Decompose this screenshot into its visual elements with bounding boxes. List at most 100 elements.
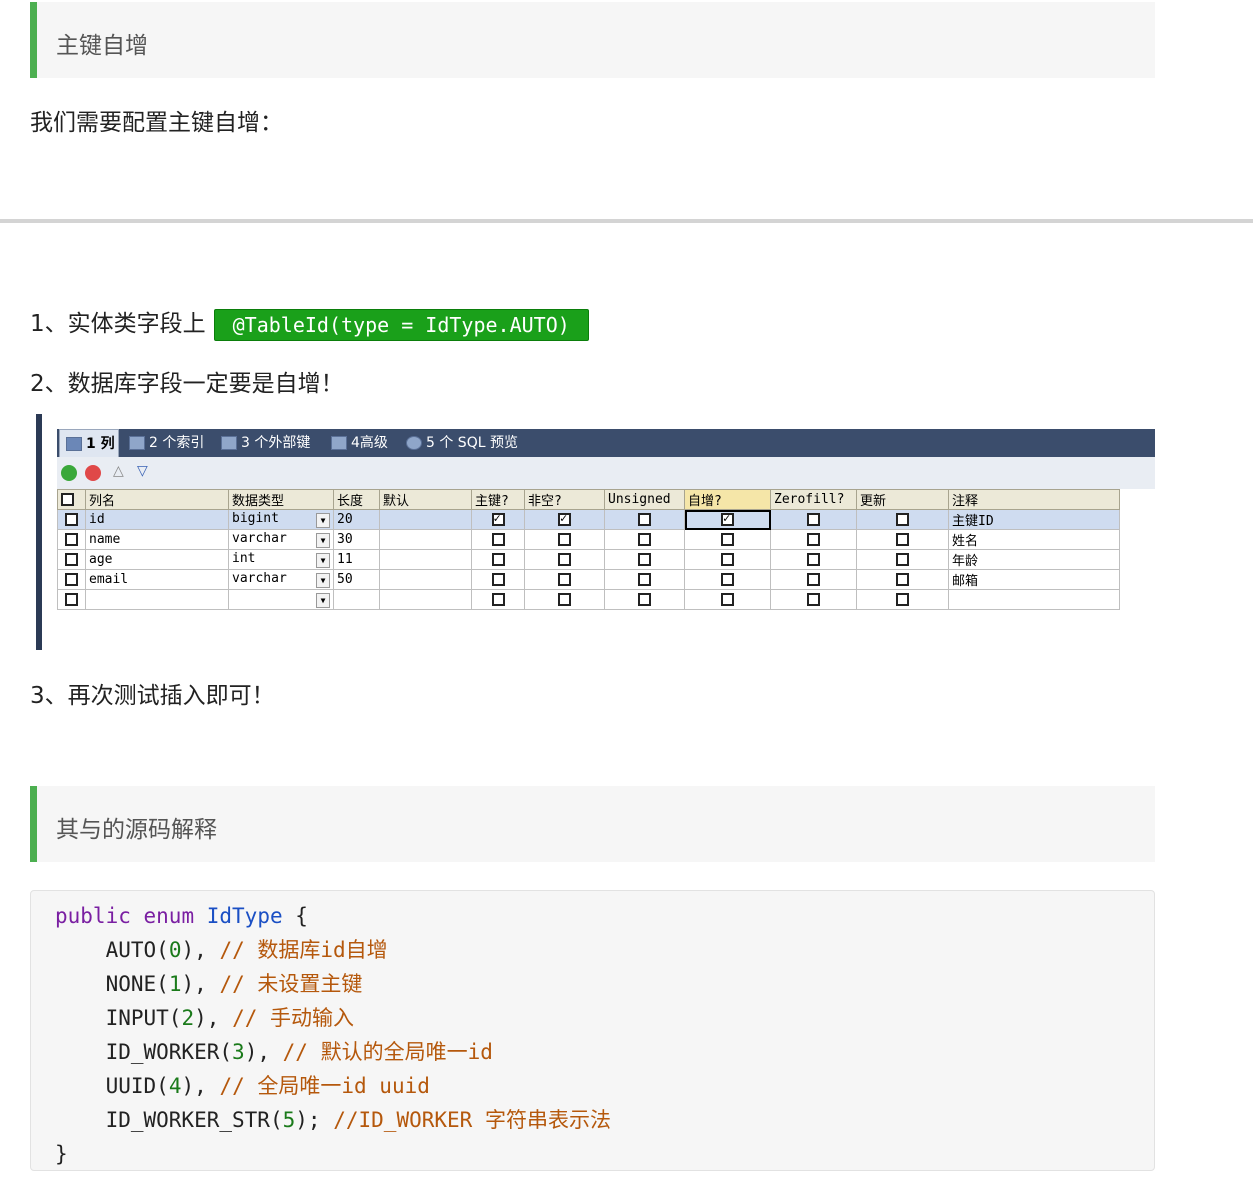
length-cell[interactable]: 20 xyxy=(333,509,380,530)
checkbox-cell[interactable] xyxy=(604,509,685,530)
checkbox-cell[interactable] xyxy=(856,509,949,530)
checkbox[interactable] xyxy=(896,533,909,546)
length-cell[interactable]: 11 xyxy=(333,549,380,570)
checkbox-cell[interactable] xyxy=(856,549,949,570)
tab-advanced[interactable]: 4高级 xyxy=(325,429,388,457)
checkbox[interactable] xyxy=(896,573,909,586)
row-select-checkbox[interactable] xyxy=(57,569,86,590)
table-row[interactable]: idbigint▼20 主键ID xyxy=(57,509,1120,530)
move-up-icon[interactable]: △ xyxy=(113,463,124,479)
data-type-cell[interactable]: ▼ xyxy=(228,589,334,610)
checkbox-cell[interactable] xyxy=(524,589,605,610)
checkbox-cell[interactable] xyxy=(770,589,857,610)
select-all-checkbox[interactable] xyxy=(57,489,86,510)
default-cell[interactable] xyxy=(379,509,472,530)
comment-cell[interactable] xyxy=(948,589,1120,610)
default-cell[interactable] xyxy=(379,589,472,610)
checkbox-cell[interactable] xyxy=(604,589,685,610)
length-cell[interactable]: 50 xyxy=(333,569,380,590)
comment-cell[interactable]: 姓名 xyxy=(948,529,1120,550)
checkbox[interactable] xyxy=(721,553,734,566)
length-cell[interactable] xyxy=(333,589,380,610)
checkbox-cell[interactable] xyxy=(770,569,857,590)
checkbox[interactable] xyxy=(807,533,820,546)
checkbox-cell[interactable] xyxy=(471,529,525,550)
checkbox-cell[interactable] xyxy=(684,509,771,530)
checkbox-cell[interactable] xyxy=(471,569,525,590)
checkbox[interactable] xyxy=(558,573,571,586)
checkbox-cell[interactable] xyxy=(524,549,605,570)
checkbox-cell[interactable] xyxy=(770,529,857,550)
table-row[interactable]: ▼ xyxy=(57,589,1120,610)
row-select-checkbox[interactable] xyxy=(57,509,86,530)
column-name-cell[interactable]: age xyxy=(85,549,229,570)
checkbox[interactable] xyxy=(721,533,734,546)
default-cell[interactable] xyxy=(379,529,472,550)
remove-column-icon[interactable] xyxy=(85,465,101,481)
tab-indexes[interactable]: 2 个索引 xyxy=(123,429,204,457)
checkbox-cell[interactable] xyxy=(604,529,685,550)
dropdown-arrow-icon[interactable]: ▼ xyxy=(316,593,330,608)
checkbox[interactable] xyxy=(491,533,505,546)
dropdown-arrow-icon[interactable]: ▼ xyxy=(316,533,330,548)
checkbox-cell[interactable] xyxy=(684,569,771,590)
checkbox-cell[interactable] xyxy=(684,549,771,570)
checkbox-cell[interactable] xyxy=(604,549,685,570)
checkbox[interactable] xyxy=(638,593,651,606)
table-row[interactable]: age int ▼ 11 年龄 xyxy=(57,549,1120,570)
row-select-checkbox[interactable] xyxy=(57,589,86,610)
checkbox[interactable] xyxy=(491,511,505,526)
checkbox-cell[interactable] xyxy=(770,509,857,530)
checkbox-cell[interactable] xyxy=(471,549,525,570)
column-name-cell[interactable]: id xyxy=(85,509,229,530)
checkbox[interactable] xyxy=(558,553,571,566)
checkbox[interactable] xyxy=(807,513,820,526)
checkbox-cell[interactable] xyxy=(524,529,605,550)
checkbox[interactable] xyxy=(807,573,820,586)
checkbox[interactable] xyxy=(638,533,651,546)
checkbox-cell[interactable] xyxy=(524,569,605,590)
checkbox-cell[interactable] xyxy=(684,529,771,550)
tab-foreign-keys[interactable]: 3 个外部键 xyxy=(215,429,310,457)
checkbox[interactable] xyxy=(558,533,571,546)
checkbox[interactable] xyxy=(721,593,734,606)
dropdown-arrow-icon[interactable]: ▼ xyxy=(316,553,330,568)
column-name-cell[interactable] xyxy=(85,589,229,610)
default-cell[interactable] xyxy=(379,569,472,590)
checkbox[interactable] xyxy=(896,513,909,526)
checkbox-cell[interactable] xyxy=(524,509,605,530)
comment-cell[interactable]: 主键ID xyxy=(948,509,1120,530)
checkbox-cell[interactable] xyxy=(856,569,949,590)
add-column-icon[interactable] xyxy=(61,465,77,481)
default-cell[interactable] xyxy=(379,549,472,570)
checkbox[interactable] xyxy=(491,593,505,606)
dropdown-arrow-icon[interactable]: ▼ xyxy=(316,513,330,528)
checkbox[interactable] xyxy=(807,593,820,606)
table-row[interactable]: email varchar ▼ 50 邮箱 xyxy=(57,569,1120,590)
checkbox-cell[interactable] xyxy=(471,509,525,530)
length-cell[interactable]: 30 xyxy=(333,529,380,550)
checkbox[interactable] xyxy=(807,553,820,566)
column-name-cell[interactable]: email xyxy=(85,569,229,590)
data-type-cell[interactable]: int ▼ xyxy=(228,549,334,570)
checkbox[interactable] xyxy=(896,593,909,606)
checkbox[interactable] xyxy=(638,553,651,566)
data-type-cell[interactable]: bigint ▼ xyxy=(228,509,334,530)
checkbox-cell[interactable] xyxy=(684,589,771,610)
column-name-cell[interactable]: name xyxy=(85,529,229,550)
checkbox[interactable] xyxy=(638,513,651,526)
comment-cell[interactable]: 邮箱 xyxy=(948,569,1120,590)
checkbox[interactable] xyxy=(558,593,571,606)
checkbox[interactable] xyxy=(491,573,505,586)
row-select-checkbox[interactable] xyxy=(57,549,86,570)
dropdown-arrow-icon[interactable]: ▼ xyxy=(316,573,330,588)
checkbox-cell[interactable] xyxy=(856,589,949,610)
checkbox-cell[interactable] xyxy=(856,529,949,550)
move-down-icon[interactable]: ▽ xyxy=(137,463,148,479)
data-type-cell[interactable]: varchar ▼ xyxy=(228,529,334,550)
tab-columns[interactable]: 1 列 xyxy=(59,429,119,457)
checkbox-cell[interactable] xyxy=(770,549,857,570)
comment-cell[interactable]: 年龄 xyxy=(948,549,1120,570)
data-type-cell[interactable]: varchar ▼ xyxy=(228,569,334,590)
checkbox[interactable] xyxy=(491,553,505,566)
